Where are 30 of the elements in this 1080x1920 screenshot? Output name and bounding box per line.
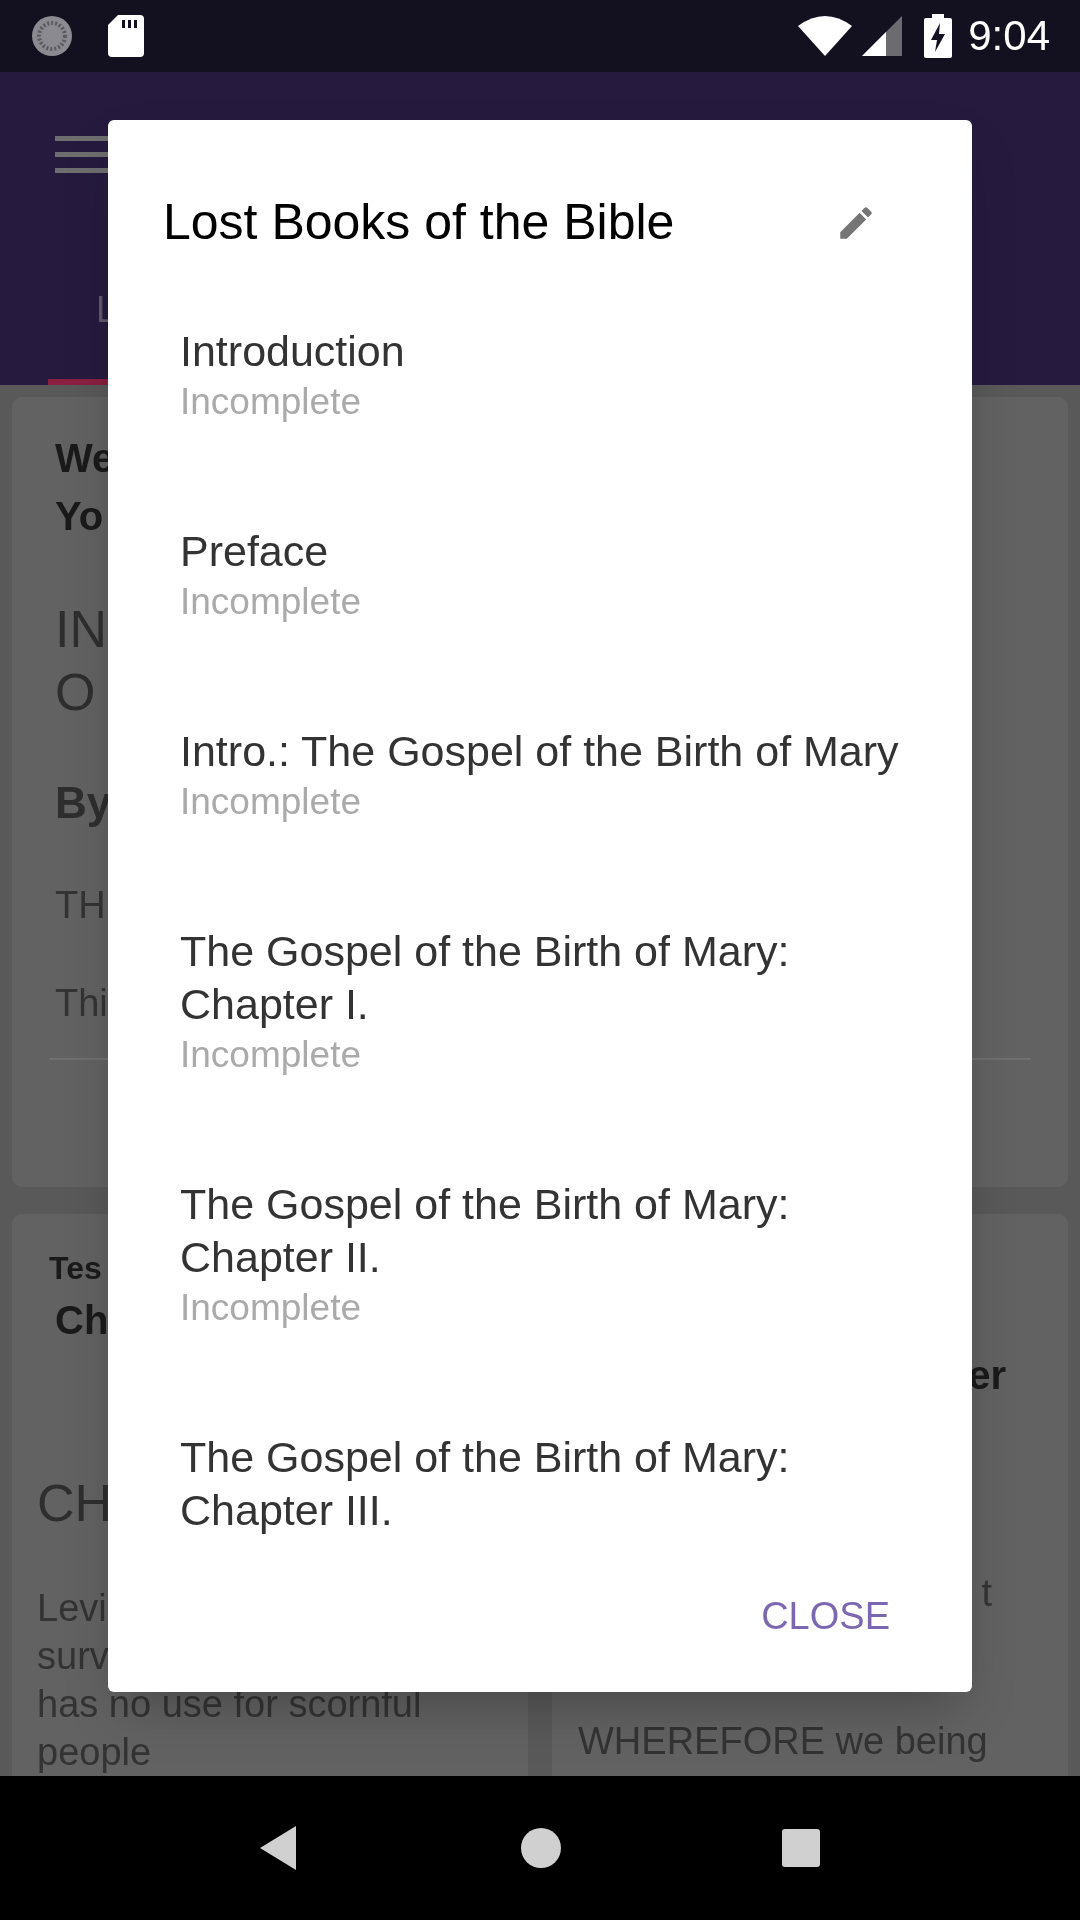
chapter-status: Incomplete	[180, 1033, 362, 1077]
chapter-item[interactable]: The Gospel of the Birth of Mary: Chapter I. Incomplete	[108, 925, 972, 1178]
chapter-item[interactable]: Preface Incomplete	[108, 525, 972, 725]
chapter-title: The Gospel of the Birth of Mary: Chapter I.	[180, 926, 791, 1030]
chapter-item[interactable]: Intro.: The Gospel of the Birth of Mary Incomplete	[108, 725, 972, 925]
chapter-status: Incomplete	[180, 780, 362, 824]
wifi-icon	[798, 16, 853, 56]
chapter-title: The Gospel of the Birth of Mary: Chapter II.	[180, 1179, 791, 1283]
chapter-title: The Gospel of the Birth of Mary: Chapter III.	[180, 1432, 791, 1536]
sd-card-icon	[108, 15, 144, 57]
menu-icon[interactable]	[55, 136, 111, 174]
chapter-item[interactable]: The Gospel of the Birth of Mary: Chapter II. Incomplete	[108, 1178, 972, 1431]
clock: 9:04	[968, 15, 1050, 57]
battery-icon	[924, 14, 953, 58]
chapter-title: Introduction	[180, 326, 406, 377]
card-title: Tes	[49, 1249, 102, 1288]
chapter-title: Intro.: The Gospel of the Birth of Mary	[180, 726, 900, 777]
chapter-status: Incomplete	[180, 1286, 362, 1330]
chapter-status: Incomplete	[180, 380, 362, 424]
close-button[interactable]: CLOSE	[759, 1583, 892, 1649]
dialog-title: Lost Books of the Bible	[163, 193, 675, 252]
card-title: Ch	[55, 1297, 109, 1344]
chapter-item[interactable]: The Gospel of the Birth of Mary: Chapter III.	[108, 1431, 972, 1540]
card-title: Yo	[55, 493, 104, 540]
chapter-item[interactable]: Introduction Incomplete	[108, 325, 972, 525]
home-icon[interactable]	[520, 1827, 562, 1869]
sync-icon	[30, 14, 74, 58]
signal-icon	[862, 16, 903, 56]
chapter-title: Preface	[180, 526, 330, 577]
chapter-status: Incomplete	[180, 580, 362, 624]
